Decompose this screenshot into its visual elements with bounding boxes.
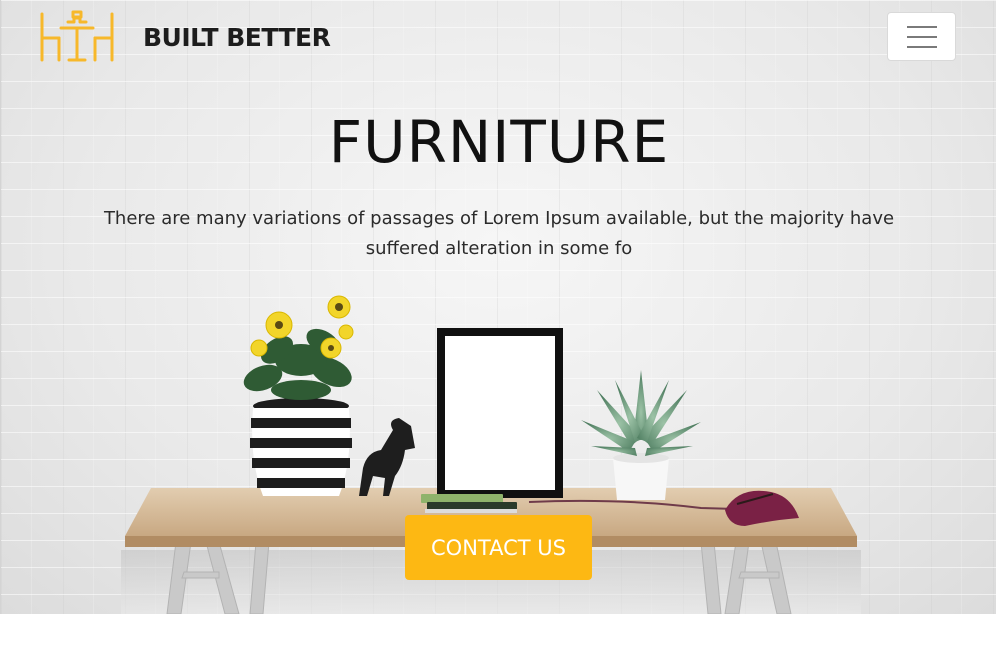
table-chairs-logo-icon bbox=[40, 10, 114, 62]
hamburger-icon-line bbox=[906, 45, 937, 48]
contact-us-button[interactable]: CONTACT US bbox=[405, 515, 592, 580]
hero-description: There are many variations of passages of… bbox=[103, 208, 895, 259]
hamburger-icon bbox=[906, 25, 937, 28]
brand-logo[interactable]: BUILT BETTER bbox=[39, 10, 331, 64]
hamburger-icon-line bbox=[906, 35, 937, 38]
menu-toggle-button[interactable] bbox=[887, 12, 956, 61]
brand-name: BUILT BETTER bbox=[143, 22, 331, 52]
hero-title: FURNITURE bbox=[328, 108, 670, 176]
hero-section: BUILT BETTER FURNITURE There are many va… bbox=[0, 0, 996, 614]
